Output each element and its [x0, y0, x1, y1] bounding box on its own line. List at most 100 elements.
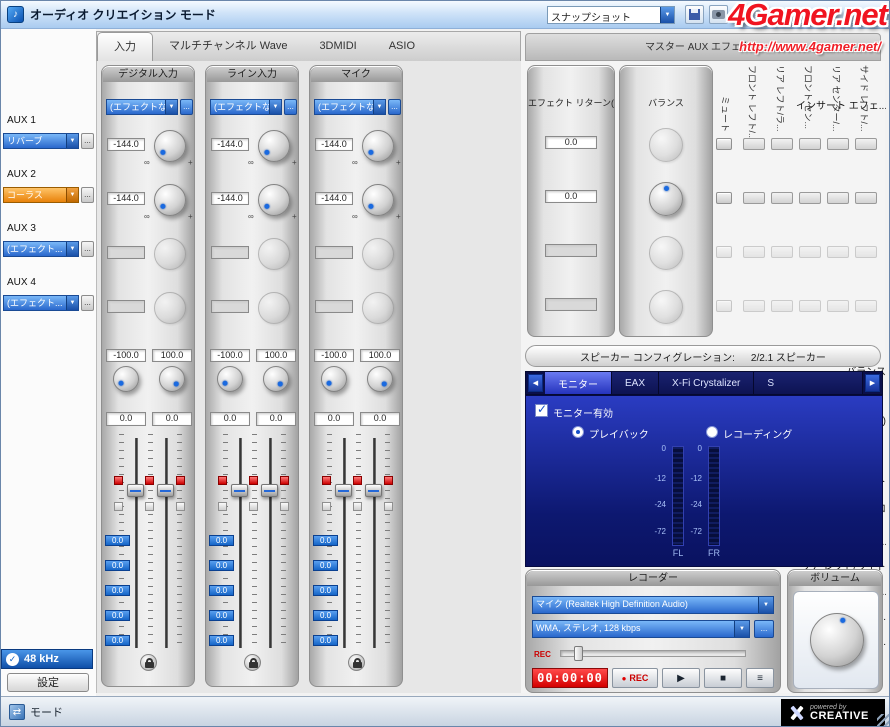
lock-button[interactable]: [348, 654, 365, 671]
solo-button[interactable]: [114, 502, 123, 511]
record-source-combobox[interactable]: マイク (Realtek High Definition Audio) ▼: [532, 596, 774, 614]
mute-button[interactable]: [384, 476, 393, 485]
rec-level-slider-thumb[interactable]: [574, 646, 583, 661]
balance-right-knob[interactable]: [263, 366, 289, 392]
level-right-value[interactable]: 0.0: [360, 412, 400, 426]
rear-center-level[interactable]: 0.0: [105, 610, 130, 621]
mute-button[interactable]: [280, 476, 289, 485]
balance-right-knob[interactable]: [367, 366, 393, 392]
chevron-down-icon[interactable]: ▼: [734, 621, 749, 637]
monitor-enable-checkbox[interactable]: ✓: [535, 402, 548, 417]
aux1-effect-combobox[interactable]: リバーブ ▼: [3, 133, 79, 149]
record-button[interactable]: ● REC: [612, 668, 658, 688]
front-center-level[interactable]: 0.0: [105, 585, 130, 596]
mute-button[interactable]: [249, 476, 258, 485]
aux1-send-knob[interactable]: [362, 130, 394, 162]
routing-cell[interactable]: [855, 192, 877, 204]
aux2-mute-toggle[interactable]: [716, 192, 732, 204]
aux4-options-button[interactable]: ...: [81, 295, 94, 311]
solo-button[interactable]: [249, 502, 258, 511]
aux2-send-knob[interactable]: [362, 184, 394, 216]
level-left-value[interactable]: 0.0: [106, 412, 146, 426]
snapshot-camera-button[interactable]: [709, 5, 728, 24]
tab-scroll-right-button[interactable]: ▶: [865, 374, 880, 392]
rear-center-level[interactable]: 0.0: [313, 610, 338, 621]
insert-effect-options-button[interactable]: ...: [180, 99, 193, 115]
level-left-value[interactable]: 0.0: [210, 412, 250, 426]
mute-button[interactable]: [145, 476, 154, 485]
balance-right-value[interactable]: 100.0: [152, 349, 192, 362]
recording-radio[interactable]: [706, 426, 718, 438]
tab-xfi-crystalizer[interactable]: X-Fi Crystalizer: [659, 372, 755, 394]
rear-lr-level[interactable]: 0.0: [209, 560, 234, 571]
balance-right-value[interactable]: 100.0: [256, 349, 296, 362]
mute-button[interactable]: [114, 476, 123, 485]
aux1-send-value[interactable]: -144.0: [107, 138, 145, 151]
sample-rate-button[interactable]: ✓ 48 kHz: [1, 649, 93, 669]
level-right-value[interactable]: 0.0: [152, 412, 192, 426]
aux1-send-value[interactable]: -144.0: [211, 138, 249, 151]
aux1-send-knob[interactable]: [258, 130, 290, 162]
mute-button[interactable]: [176, 476, 185, 485]
chevron-down-icon[interactable]: ▼: [373, 100, 385, 114]
level-left-value[interactable]: 0.0: [314, 412, 354, 426]
routing-cell[interactable]: [799, 138, 821, 150]
aux4-effect-combobox[interactable]: (エフェクト... ▼: [3, 295, 79, 311]
insert-effect-options-button[interactable]: ...: [284, 99, 297, 115]
level-fader-left[interactable]: [127, 484, 144, 497]
level-right-value[interactable]: 0.0: [256, 412, 296, 426]
chevron-down-icon[interactable]: ▼: [66, 242, 78, 256]
routing-cell[interactable]: [827, 192, 849, 204]
tab-input[interactable]: 入力: [97, 32, 153, 61]
aux2-send-value[interactable]: -144.0: [315, 192, 353, 205]
side-lr-level[interactable]: 0.0: [313, 635, 338, 646]
mute-button[interactable]: [353, 476, 362, 485]
front-center-level[interactable]: 0.0: [313, 585, 338, 596]
front-lr-level[interactable]: 0.0: [105, 535, 130, 546]
aux2-send-knob[interactable]: [154, 184, 186, 216]
level-fader-right[interactable]: [365, 484, 382, 497]
balance-left-knob[interactable]: [321, 366, 347, 392]
effect-return-value-aux1[interactable]: 0.0: [545, 136, 597, 149]
side-lr-level[interactable]: 0.0: [209, 635, 234, 646]
insert-effect-combobox[interactable]: (エフェクトな... ▼: [314, 99, 386, 115]
mute-button[interactable]: [218, 476, 227, 485]
solo-button[interactable]: [176, 502, 185, 511]
tab-partial[interactable]: S: [754, 372, 863, 394]
insert-effect-options-button[interactable]: ...: [388, 99, 401, 115]
rear-lr-level[interactable]: 0.0: [313, 560, 338, 571]
level-fader-left[interactable]: [335, 484, 352, 497]
stop-button[interactable]: ■: [704, 668, 742, 688]
aux2-send-knob[interactable]: [258, 184, 290, 216]
volume-knob[interactable]: [810, 613, 864, 667]
routing-cell[interactable]: [799, 192, 821, 204]
routing-cell[interactable]: [855, 138, 877, 150]
lock-button[interactable]: [140, 654, 157, 671]
insert-effect-combobox[interactable]: (エフェクトな... ▼: [106, 99, 178, 115]
tab-3dmidi[interactable]: 3DMIDI: [303, 32, 372, 61]
master-balance-knob-aux2[interactable]: [649, 182, 683, 216]
record-format-combobox[interactable]: WMA, ステレオ, 128 kbps ▼: [532, 620, 750, 638]
front-center-level[interactable]: 0.0: [209, 585, 234, 596]
routing-cell[interactable]: [771, 192, 793, 204]
balance-left-value[interactable]: -100.0: [314, 349, 354, 362]
balance-left-knob[interactable]: [217, 366, 243, 392]
front-lr-level[interactable]: 0.0: [313, 535, 338, 546]
tab-eax[interactable]: EAX: [612, 372, 660, 394]
solo-button[interactable]: [218, 502, 227, 511]
playback-radio[interactable]: [572, 426, 584, 438]
routing-cell[interactable]: [743, 192, 765, 204]
chevron-down-icon[interactable]: ▼: [758, 597, 773, 613]
aux2-effect-combobox[interactable]: コーラス ▼: [3, 187, 79, 203]
aux1-send-knob[interactable]: [154, 130, 186, 162]
tab-asio[interactable]: ASIO: [373, 32, 431, 61]
insert-effect-combobox[interactable]: (エフェクトな... ▼: [210, 99, 282, 115]
side-lr-level[interactable]: 0.0: [105, 635, 130, 646]
aux1-send-value[interactable]: -144.0: [315, 138, 353, 151]
effect-return-value-aux2[interactable]: 0.0: [545, 190, 597, 203]
aux1-mute-toggle[interactable]: [716, 138, 732, 150]
mode-button[interactable]: ⇄ モード: [9, 704, 63, 720]
chevron-down-icon[interactable]: ▼: [269, 100, 281, 114]
front-lr-level[interactable]: 0.0: [209, 535, 234, 546]
balance-left-knob[interactable]: [113, 366, 139, 392]
